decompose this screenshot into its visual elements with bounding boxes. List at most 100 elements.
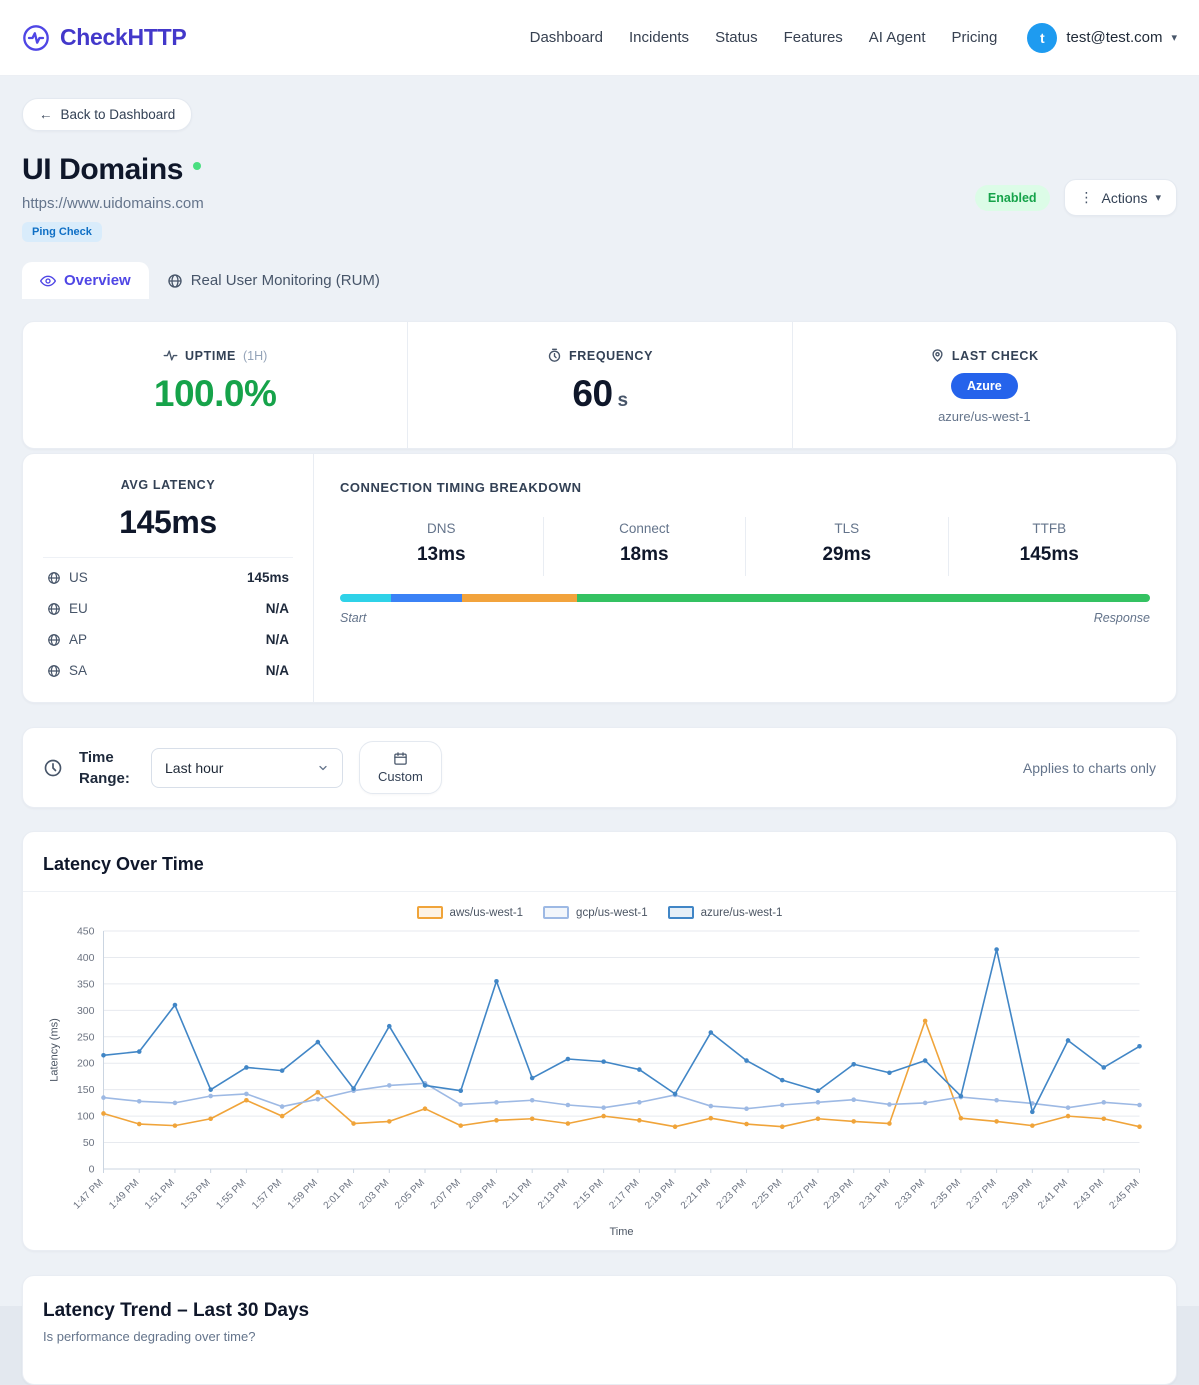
nav-incidents[interactable]: Incidents (629, 29, 689, 46)
frequency-unit: s (617, 390, 629, 411)
latency-chart-card: Latency Over Time aws/us-west-1 gcp/us-we… (22, 831, 1177, 1251)
latency-trend-card: Latency Trend – Last 30 Days Is performa… (22, 1275, 1177, 1385)
svg-text:50: 50 (83, 1137, 95, 1149)
dns-bar-segment (340, 594, 392, 602)
latency-card: AVG LATENCY 145ms US 145ms EU N/A AP N/A SA N/A… (22, 453, 1177, 703)
svg-text:450: 450 (77, 926, 95, 938)
tab-rum[interactable]: Real User Monitoring (RUM) (149, 262, 398, 299)
divider (43, 557, 293, 558)
tab-rum-label: Real User Monitoring (RUM) (190, 272, 380, 289)
svg-text:200: 200 (77, 1058, 95, 1070)
avg-latency-label: AVG LATENCY (120, 478, 216, 492)
trend-subtitle: Is performance degrading over time? (43, 1329, 256, 1344)
region-row-us: US 145ms (43, 562, 293, 593)
actions-button-label: Actions (1101, 189, 1148, 206)
region-code: SA (69, 663, 88, 678)
svg-text:2:15 PM: 2:15 PM (572, 1177, 606, 1211)
check-type-badge: Ping Check (22, 222, 102, 242)
svg-text:250: 250 (77, 1031, 95, 1043)
region-latency-value: 145ms (246, 570, 289, 585)
svg-text:1:55 PM: 1:55 PM (214, 1177, 248, 1211)
actions-button[interactable]: ⋮ Actions ▾ (1063, 179, 1177, 216)
nav-features[interactable]: Features (784, 29, 843, 46)
region-row-sa: SA N/A (43, 655, 293, 686)
user-menu[interactable]: t test@test.com ▾ (1027, 22, 1177, 53)
frequency-value: 60 s (572, 373, 629, 414)
legend-swatch (416, 906, 443, 919)
svg-text:0: 0 (89, 1164, 95, 1176)
tab-overview[interactable]: Overview (22, 262, 149, 299)
custom-range-button[interactable]: Custom (359, 741, 442, 794)
nav-ai-agent[interactable]: AI Agent (869, 29, 926, 46)
nav-dashboard[interactable]: Dashboard (530, 29, 603, 46)
time-range-select[interactable]: Last hour (151, 747, 343, 788)
brand-logo-icon (22, 24, 50, 52)
uptime-window: (1H) (243, 348, 268, 363)
activity-icon (163, 348, 178, 363)
brand-name: CheckHTTP (60, 24, 187, 50)
check-url: https://www.uidomains.com (22, 195, 204, 212)
svg-text:2:19 PM: 2:19 PM (643, 1177, 677, 1211)
globe-icon (47, 571, 61, 585)
stats-card: UPTIME (1H) 100.0% FREQUENCY 60 s LAST C… (22, 321, 1177, 449)
region-code: EU (69, 601, 88, 616)
svg-text:2:35 PM: 2:35 PM (929, 1177, 963, 1211)
svg-text:Latency (ms): Latency (ms) (49, 1018, 61, 1082)
nav-pricing[interactable]: Pricing (952, 29, 998, 46)
back-to-dashboard-button[interactable]: ← Back to Dashboard (22, 98, 193, 131)
timing-ttfb: TTFB 145ms (947, 517, 1151, 576)
svg-text:2:41 PM: 2:41 PM (1036, 1177, 1070, 1211)
svg-text:1:57 PM: 1:57 PM (250, 1177, 284, 1211)
kebab-menu-icon: ⋮ (1079, 189, 1094, 205)
live-status-dot (193, 162, 202, 170)
svg-text:2:33 PM: 2:33 PM (893, 1177, 927, 1211)
chevron-down-icon (317, 762, 329, 774)
svg-text:2:27 PM: 2:27 PM (786, 1177, 820, 1211)
timing-tls: TLS 29ms (745, 517, 948, 576)
chart-title: Latency Over Time (43, 854, 204, 874)
legend-item[interactable]: aws/us-west-1 (416, 906, 523, 919)
nav-status[interactable]: Status (715, 29, 758, 46)
svg-text:2:01 PM: 2:01 PM (322, 1177, 356, 1211)
time-range-label: Time Range: (79, 748, 130, 787)
svg-text:1:47 PM: 1:47 PM (72, 1177, 106, 1211)
svg-text:2:11 PM: 2:11 PM (501, 1177, 535, 1211)
overview-icon (40, 273, 56, 289)
last-check-stat: LAST CHECK Azure azure/us-west-1 (791, 322, 1176, 448)
svg-text:1:49 PM: 1:49 PM (107, 1177, 141, 1211)
back-arrow-icon: ← (39, 107, 53, 122)
connect-bar-segment (391, 594, 463, 602)
avg-latency-value: 145ms (119, 504, 217, 540)
legend-item[interactable]: gcp/us-west-1 (543, 906, 648, 919)
legend-label: gcp/us-west-1 (576, 906, 648, 919)
svg-text:2:21 PM: 2:21 PM (679, 1177, 713, 1211)
legend-swatch (543, 906, 570, 919)
timing-dns: DNS 13ms (416, 521, 466, 565)
uptime-stat: UPTIME (1H) 100.0% (23, 322, 407, 448)
svg-text:2:03 PM: 2:03 PM (357, 1177, 391, 1211)
back-button-label: Back to Dashboard (60, 107, 176, 122)
frequency-label: FREQUENCY (568, 348, 654, 363)
trend-title: Latency Trend – Last 30 Days (43, 1300, 310, 1321)
svg-text:1:53 PM: 1:53 PM (179, 1177, 213, 1211)
region-row-eu: EU N/A (43, 593, 293, 624)
timing-grid: DNS 13ms Connect 18ms TLS 29ms TTFB 145m… (340, 517, 1150, 576)
timing-start-label: Start (340, 611, 367, 625)
timing-breakdown-panel: CONNECTION TIMING BREAKDOWN DNS 13ms Con… (314, 454, 1176, 702)
legend-item[interactable]: azure/us-west-1 (667, 906, 782, 919)
region-latency-value: N/A (265, 632, 289, 647)
region-latency-value: N/A (265, 663, 289, 678)
region-row-ap: AP N/A (43, 624, 293, 655)
clock-icon (43, 758, 63, 778)
svg-text:350: 350 (77, 978, 95, 990)
time-range-card: Time Range: Last hour Custom Applies to … (22, 727, 1177, 808)
svg-text:2:31 PM: 2:31 PM (857, 1177, 891, 1211)
clock-icon (547, 348, 562, 363)
svg-text:Time: Time (609, 1226, 633, 1238)
timing-connect: Connect 18ms (542, 517, 746, 576)
brand[interactable]: CheckHTTP (22, 24, 187, 52)
globe-icon (47, 664, 61, 678)
tab-bar: Overview Real User Monitoring (RUM) (22, 262, 1177, 299)
tls-bar-segment (462, 594, 577, 602)
svg-text:100: 100 (77, 1111, 95, 1123)
